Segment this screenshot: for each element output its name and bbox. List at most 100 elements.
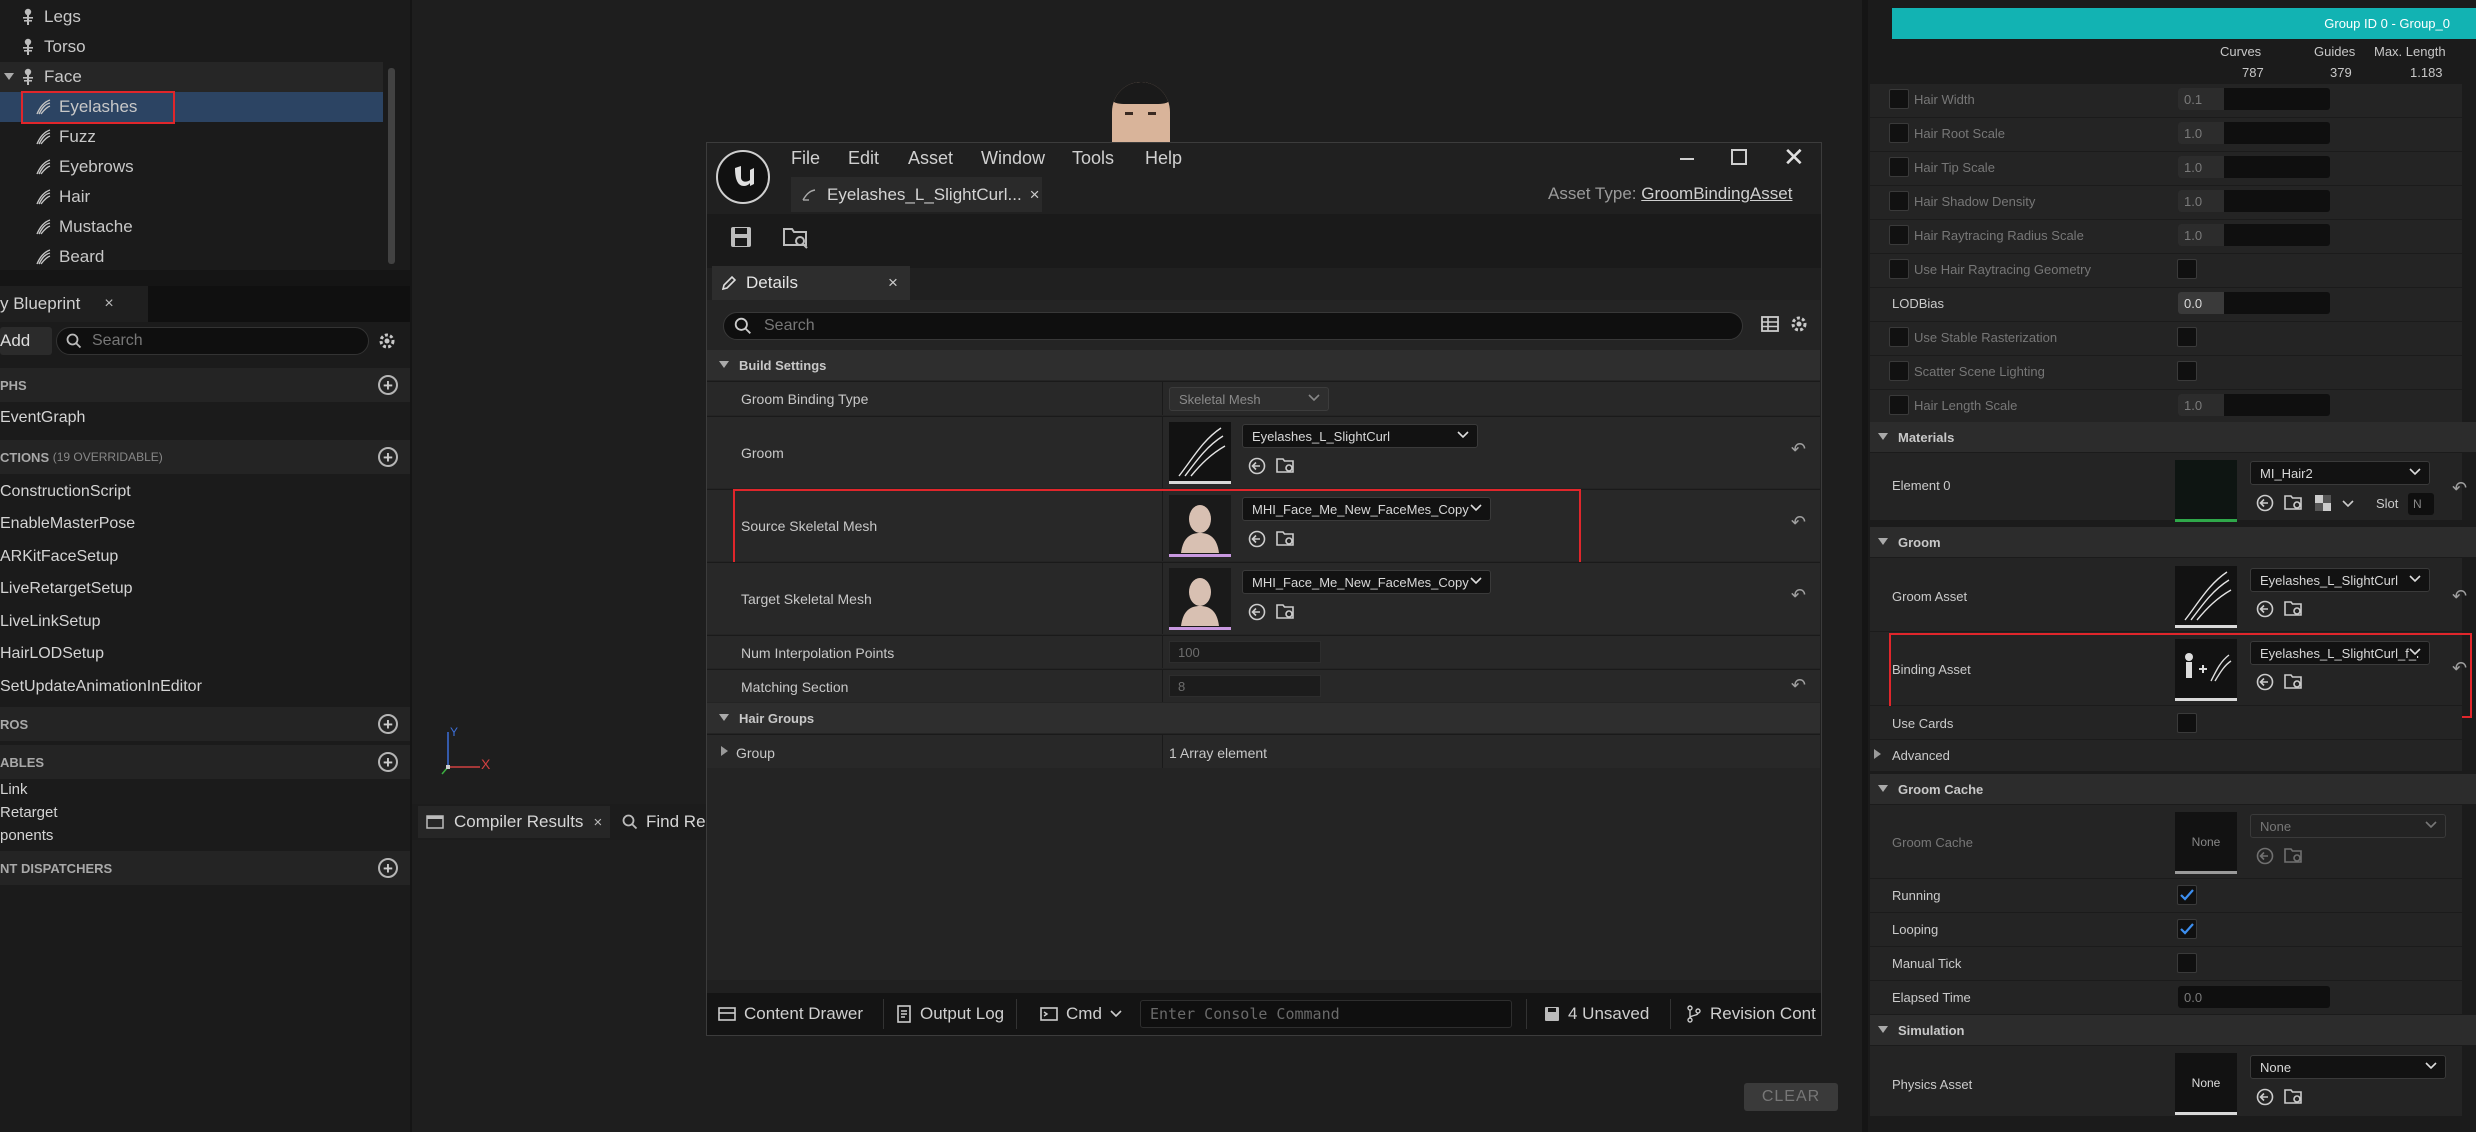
- table-view-icon[interactable]: [1760, 314, 1780, 334]
- add-graph-icon[interactable]: +: [378, 375, 398, 395]
- target-mesh-thumbnail[interactable]: [1169, 568, 1231, 630]
- tab-find-results[interactable]: Find Re: [622, 806, 706, 838]
- category-groom-cache[interactable]: Groom Cache: [1870, 774, 2476, 804]
- material-thumbnail[interactable]: [2175, 460, 2237, 522]
- tree-item-beard[interactable]: Beard: [0, 242, 383, 272]
- tree-item-hair[interactable]: Hair: [0, 182, 383, 212]
- chevron-down-icon[interactable]: [2342, 494, 2354, 512]
- maximize-icon[interactable]: [1731, 149, 1747, 165]
- groom-asset-dropdown[interactable]: Eyelashes_L_SlightCurl: [2250, 568, 2430, 592]
- chevron-right-icon[interactable]: [1874, 749, 1882, 759]
- add-variable-icon[interactable]: +: [378, 752, 398, 772]
- minimize-icon[interactable]: [1680, 150, 1698, 168]
- tab-details[interactable]: Details ×: [712, 266, 910, 300]
- num-interpolation-input[interactable]: 100: [1169, 641, 1321, 663]
- section-graphs[interactable]: PHS +: [0, 368, 410, 402]
- groom-asset-dropdown[interactable]: Eyelashes_L_SlightCurl: [1242, 424, 1478, 448]
- asset-type-link[interactable]: GroomBindingAsset: [1641, 184, 1792, 203]
- use-selected-icon[interactable]: [2256, 494, 2274, 512]
- add-dispatcher-icon[interactable]: +: [378, 858, 398, 878]
- menu-window[interactable]: Window: [981, 148, 1045, 169]
- variable-item[interactable]: Retarget: [0, 804, 58, 821]
- close-icon[interactable]: ×: [1030, 185, 1040, 205]
- chevron-right-icon[interactable]: [721, 746, 729, 756]
- groom-cache-dropdown[interactable]: None: [2250, 814, 2446, 838]
- function-item[interactable]: EnableMasterPose: [0, 515, 135, 533]
- unsaved-button[interactable]: 4 Unsaved: [1544, 993, 1649, 1035]
- hair-length-scale-input[interactable]: 1.0: [2178, 394, 2330, 416]
- reset-arrow-icon[interactable]: ↶: [1791, 675, 1806, 696]
- function-item[interactable]: ConstructionScript: [0, 483, 131, 501]
- save-icon[interactable]: [729, 225, 753, 249]
- section-variables[interactable]: ABLES +: [0, 745, 410, 779]
- browse-icon[interactable]: [2284, 847, 2304, 865]
- browse-icon[interactable]: [1276, 457, 1296, 475]
- clear-button[interactable]: CLEAR: [1744, 1083, 1838, 1111]
- tab-asset[interactable]: Eyelashes_L_SlightCurl... ×: [791, 177, 1042, 212]
- add-button[interactable]: Add: [0, 327, 52, 355]
- category-simulation[interactable]: Simulation: [1870, 1015, 2476, 1045]
- category-materials[interactable]: Materials: [1870, 422, 2476, 452]
- override-checkbox[interactable]: [1889, 157, 1909, 177]
- lod-bias-input[interactable]: 0.0: [2178, 292, 2330, 314]
- tab-compiler-results[interactable]: Compiler Results ×: [418, 806, 611, 838]
- reset-arrow-icon[interactable]: ↶: [2452, 478, 2467, 499]
- material-dropdown[interactable]: MI_Hair2: [2250, 461, 2430, 485]
- looping-checkbox[interactable]: [2177, 919, 2197, 939]
- groom-thumbnail[interactable]: [1169, 422, 1231, 484]
- details-search-input[interactable]: Search: [723, 312, 1743, 340]
- menu-tools[interactable]: Tools: [1072, 148, 1114, 169]
- section-macros[interactable]: ROS +: [0, 707, 410, 741]
- use-selected-icon[interactable]: [2256, 600, 2274, 618]
- function-item[interactable]: LiveRetargetSetup: [0, 580, 133, 598]
- variable-item[interactable]: Link: [0, 781, 28, 798]
- hair-width-input[interactable]: 0.1: [2178, 88, 2330, 110]
- use-selected-icon[interactable]: [2256, 1088, 2274, 1106]
- close-icon[interactable]: ×: [104, 295, 113, 313]
- outliner-scrollbar[interactable]: [388, 68, 395, 264]
- groom-asset-thumbnail[interactable]: [2175, 566, 2237, 628]
- browse-icon[interactable]: [2284, 494, 2304, 512]
- splitter[interactable]: [1862, 0, 1868, 1132]
- row-advanced[interactable]: [1870, 740, 2462, 771]
- close-window-icon[interactable]: ✕: [1783, 144, 1805, 170]
- browse-asset-icon[interactable]: [782, 225, 810, 251]
- content-drawer-button[interactable]: Content Drawer: [718, 993, 863, 1035]
- physics-asset-thumbnail[interactable]: None: [2175, 1053, 2237, 1115]
- use-selected-icon[interactable]: [2256, 847, 2274, 865]
- hair-raytracing-radius-input[interactable]: 1.0: [2178, 224, 2330, 246]
- category-groom[interactable]: Groom: [1870, 527, 2476, 557]
- override-checkbox[interactable]: [1889, 191, 1909, 211]
- function-item[interactable]: SetUpdateAnimationInEditor: [0, 678, 202, 696]
- elapsed-time-input[interactable]: 0.0: [2178, 986, 2330, 1008]
- category-build-settings[interactable]: Build Settings: [707, 350, 1820, 380]
- close-icon[interactable]: ×: [888, 273, 898, 293]
- menu-edit[interactable]: Edit: [848, 148, 879, 169]
- browse-icon[interactable]: [2284, 1088, 2304, 1106]
- groom-binding-type-dropdown[interactable]: Skeletal Mesh: [1169, 387, 1329, 411]
- tree-item-face[interactable]: Face: [0, 62, 383, 92]
- checker-icon[interactable]: [2314, 494, 2332, 512]
- override-checkbox[interactable]: [1889, 123, 1909, 143]
- tree-item-fuzz[interactable]: Fuzz: [0, 122, 383, 152]
- override-checkbox[interactable]: [1889, 259, 1909, 279]
- browse-icon[interactable]: [2284, 600, 2304, 618]
- use-raytracing-checkbox[interactable]: [2177, 259, 2197, 279]
- variable-item[interactable]: ponents: [0, 827, 53, 844]
- prop-group[interactable]: Group 1 Array element: [707, 734, 1820, 768]
- function-item[interactable]: HairLODSetup: [0, 645, 104, 663]
- use-stable-checkbox[interactable]: [2177, 327, 2197, 347]
- function-item[interactable]: LiveLinkSetup: [0, 613, 101, 631]
- override-checkbox[interactable]: [1889, 327, 1909, 347]
- tree-item-torso[interactable]: Torso: [0, 32, 383, 62]
- target-mesh-dropdown[interactable]: MHI_Face_Me_New_FaceMes_Copy: [1242, 570, 1491, 594]
- revision-control-button[interactable]: Revision Cont: [1686, 993, 1816, 1035]
- settings-gear-icon[interactable]: [1788, 313, 1810, 335]
- close-icon[interactable]: ×: [593, 814, 602, 831]
- reset-arrow-icon[interactable]: ↶: [1791, 512, 1806, 533]
- function-item[interactable]: ARKitFaceSetup: [0, 548, 118, 566]
- scatter-checkbox[interactable]: [2177, 361, 2197, 381]
- tree-item-eyebrows[interactable]: Eyebrows: [0, 152, 383, 182]
- menu-help[interactable]: Help: [1145, 148, 1182, 169]
- hair-tip-scale-input[interactable]: 1.0: [2178, 156, 2330, 178]
